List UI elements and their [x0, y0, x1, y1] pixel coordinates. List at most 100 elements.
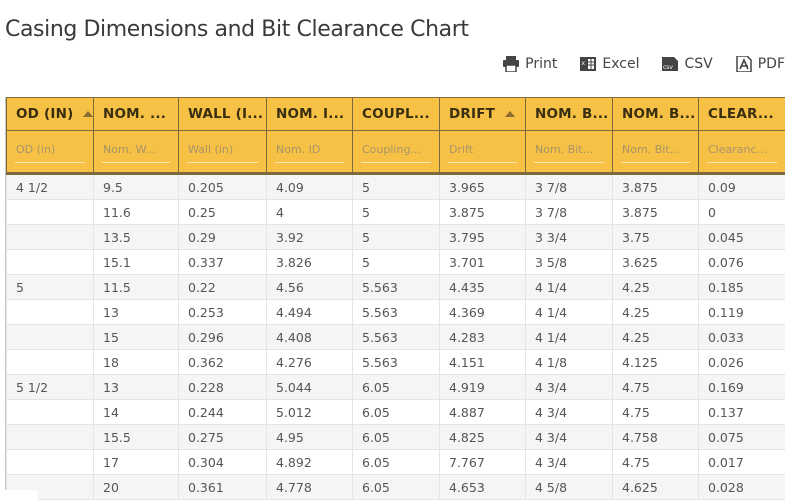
table-cell: 4.125 [612, 349, 699, 375]
table-cell: 4.435 [439, 274, 526, 300]
table-cell: 3.625 [612, 249, 699, 275]
excel-file-icon: x [579, 56, 597, 72]
table-cell: 4 1/4 [525, 299, 613, 325]
table-cell: 0.045 [698, 224, 785, 250]
table-cell: 0.169 [698, 374, 785, 400]
table-cell: 3.875 [612, 173, 699, 200]
table-cell: 0.185 [698, 274, 785, 300]
table-body: 4 1/2 9.5 0.205 4.09 5 3.965 3 7/8 3.875 0.09 11.… [6, 173, 785, 500]
column-filter-input[interactable] [621, 140, 690, 163]
table-cell: 5 [6, 274, 94, 300]
table-cell: 4 3/4 [525, 399, 613, 425]
column-header-0[interactable]: OD (IN) [6, 97, 94, 131]
table-row[interactable]: 17 0.304 4.892 6.05 7.767 4 3/4 4.75 0.017 [6, 449, 785, 475]
column-header-content: NOM. B... [535, 106, 612, 122]
table-cell: 4 [266, 199, 353, 225]
sort-ascending-icon[interactable] [505, 111, 516, 117]
table-cell: 4.75 [612, 449, 699, 475]
pdf-export-button[interactable]: PDF [735, 56, 785, 72]
table-cell: 5 [352, 249, 440, 275]
table-cell: 3.965 [439, 173, 526, 200]
table-cell: 5 [352, 199, 440, 225]
sort-ascending-icon[interactable] [83, 111, 93, 117]
column-filter-input[interactable] [361, 140, 431, 163]
column-filter-input[interactable] [15, 140, 85, 163]
column-filter-input[interactable] [102, 140, 170, 163]
column-filter-cell [525, 130, 613, 175]
table-cell: 4.892 [266, 449, 353, 475]
svg-text:csv: csv [663, 64, 673, 71]
table-row[interactable]: 13 0.253 4.494 5.563 4.369 4 1/4 4.25 0.119 [6, 299, 785, 325]
table-cell: 4.283 [439, 324, 526, 350]
column-header-7[interactable]: NOM. B... [612, 97, 699, 131]
table-cell: 15.5 [93, 424, 179, 450]
column-filter-cell [266, 130, 353, 175]
column-header-2[interactable]: WALL (I... [178, 97, 267, 131]
table-cell: 4.09 [266, 173, 353, 200]
table-cell: 3 7/8 [525, 173, 613, 200]
column-filter-cell [93, 130, 179, 175]
csv-export-button[interactable]: csv CSV [661, 56, 713, 72]
table-cell: 0.25 [178, 199, 267, 225]
table-cell: 0.119 [698, 299, 785, 325]
table-row[interactable]: 13.5 0.29 3.92 5 3.795 3 3/4 3.75 0.045 [6, 224, 785, 250]
table-cell: 5.044 [266, 374, 353, 400]
table-cell: 4.653 [439, 474, 526, 500]
table-row[interactable]: 5 11.5 0.22 4.56 5.563 4.435 4 1/4 4.25 0.185 [6, 274, 785, 300]
column-header-4[interactable]: COUPL... [352, 97, 440, 131]
column-header-5[interactable]: DRIFT [439, 97, 526, 131]
table-row[interactable]: 14 0.244 5.012 6.05 4.887 4 3/4 4.75 0.137 [6, 399, 785, 425]
table-cell: 0.361 [178, 474, 267, 500]
table-cell: 17 [93, 449, 179, 475]
table-cell: 5 [352, 173, 440, 200]
column-header-1[interactable]: NOM. ... [93, 97, 179, 131]
table-row[interactable]: 15.5 0.275 4.95 6.05 4.825 4 3/4 4.758 0.075 [6, 424, 785, 450]
table-cell: 9.5 [93, 173, 179, 200]
column-filter-cell [612, 130, 699, 175]
column-filter-input[interactable] [275, 140, 344, 163]
table-row[interactable]: 18 0.362 4.276 5.563 4.151 4 1/8 4.125 0.026 [6, 349, 785, 375]
table-cell: 6.05 [352, 399, 440, 425]
excel-export-button[interactable]: x Excel [579, 56, 639, 72]
table-cell: 4.919 [439, 374, 526, 400]
column-filter-input[interactable] [187, 140, 258, 163]
print-button[interactable]: Print [502, 56, 557, 72]
excel-label: Excel [602, 56, 640, 72]
table-cell: 0 [698, 199, 785, 225]
table-cell [6, 249, 94, 275]
table-cell: 0.017 [698, 449, 785, 475]
table-row[interactable]: 20 0.361 4.778 6.05 4.653 4 5/8 4.625 0.028 [6, 474, 785, 500]
table-cell: 0.028 [698, 474, 785, 500]
table-cell: 0.337 [178, 249, 267, 275]
column-filter-input[interactable] [534, 140, 604, 163]
table-cell: 3.75 [612, 224, 699, 250]
column-filter-input[interactable] [448, 140, 517, 163]
table-row[interactable]: 15.1 0.337 3.826 5 3.701 3 5/8 3.625 0.076 [6, 249, 785, 275]
table-cell: 5.563 [352, 349, 440, 375]
table-cell: 0.29 [178, 224, 267, 250]
table-row[interactable]: 15 0.296 4.408 5.563 4.283 4 1/4 4.25 0.033 [6, 324, 785, 350]
csv-label: CSV [684, 56, 713, 72]
casing-table: OD (IN) NOM. ... WALL (I... NOM. I... COUPL.… [6, 97, 785, 500]
column-filter-input[interactable] [707, 140, 777, 163]
pdf-label: PDF [757, 56, 785, 72]
table-cell: 4.408 [266, 324, 353, 350]
table-cell: 0.033 [698, 324, 785, 350]
table-row[interactable]: 11.6 0.25 4 5 3.875 3 7/8 3.875 0 [6, 199, 785, 225]
table-cell: 3 7/8 [525, 199, 613, 225]
column-header-content: WALL (I... [188, 106, 266, 122]
table-cell [6, 324, 94, 350]
column-header-6[interactable]: NOM. B... [525, 97, 613, 131]
column-header-8[interactable]: CLEAR... [698, 97, 785, 131]
table-cell: 4.276 [266, 349, 353, 375]
table-cell: 3.875 [439, 199, 526, 225]
column-filter-cell [698, 130, 785, 175]
table-cell: 13.5 [93, 224, 179, 250]
table-row[interactable]: 4 1/2 9.5 0.205 4.09 5 3.965 3 7/8 3.875 0.09 [6, 173, 785, 200]
table-cell: 15.1 [93, 249, 179, 275]
column-header-3[interactable]: NOM. I... [266, 97, 353, 131]
table-cell: 0.075 [698, 424, 785, 450]
table-cell: 4 3/4 [525, 374, 613, 400]
table-cell: 4.95 [266, 424, 353, 450]
table-row[interactable]: 5 1/2 13 0.228 5.044 6.05 4.919 4 3/4 4.75 0.169 [6, 374, 785, 400]
